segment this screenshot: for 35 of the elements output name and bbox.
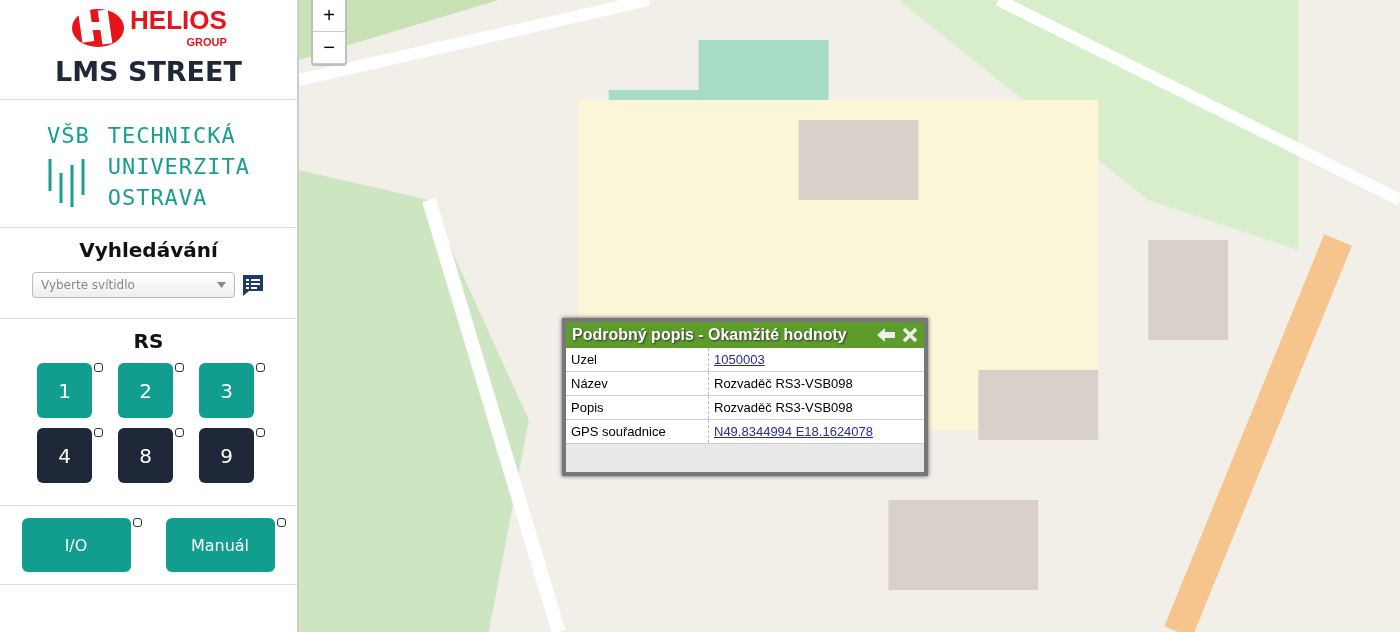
university-name-line: TECHNICKÁ	[107, 122, 237, 150]
app-title: LMS STREET	[55, 56, 242, 87]
rs-button[interactable]: 9	[199, 428, 254, 483]
list-icon[interactable]	[241, 273, 265, 297]
back-arrow-icon[interactable]	[876, 327, 896, 343]
university-name-line: OSTRAVA	[107, 184, 209, 212]
popup-title: Podrobný popis - Okamžité hodnoty	[572, 326, 848, 344]
rs-button[interactable]: 4	[37, 428, 92, 483]
checkbox[interactable]	[175, 363, 184, 372]
map-placeholder[interactable]: + − Podrobný popis - Okamžité hodnoty Uzel 1050003 Název Rozvaděč RS3-VSB098 Popis Rozvaděč RS3-VSB098 GPS souřadnice N49.8344994 E18.1624078	[299, 0, 1400, 632]
dropdown-caret-icon[interactable]	[217, 282, 226, 288]
property-value: Rozvaděč RS3-VSB098	[714, 376, 853, 391]
property-label: Uzel	[566, 348, 709, 372]
checkbox[interactable]	[276, 518, 286, 527]
checkbox[interactable]	[256, 428, 265, 437]
checkbox[interactable]	[132, 518, 142, 527]
brand-subtitle: GROUP	[186, 35, 227, 48]
checkbox[interactable]	[94, 363, 103, 372]
property-label: GPS souřadnice	[566, 419, 709, 444]
university-name-line: UNIVERZITA	[107, 153, 251, 181]
property-value: Rozvaděč RS3-VSB098	[714, 400, 853, 415]
property-label: Název	[566, 371, 709, 396]
checkbox[interactable]	[175, 428, 184, 437]
bars-icon	[46, 157, 87, 209]
brand-name: HELIOS	[130, 4, 227, 36]
value-link[interactable]: 1050003	[714, 352, 765, 367]
property-label: Popis	[566, 395, 709, 420]
value-link[interactable]: N49.8344994 E18.1624078	[714, 424, 874, 439]
university-abbreviation: VŠB	[46, 122, 90, 150]
rs-heading: RS	[133, 329, 164, 353]
search-heading: Vyhledávání	[79, 238, 218, 262]
checkbox[interactable]	[94, 428, 103, 437]
close-icon[interactable]	[902, 327, 918, 343]
rs-button[interactable]: 8	[118, 428, 173, 483]
checkbox[interactable]	[256, 363, 265, 372]
